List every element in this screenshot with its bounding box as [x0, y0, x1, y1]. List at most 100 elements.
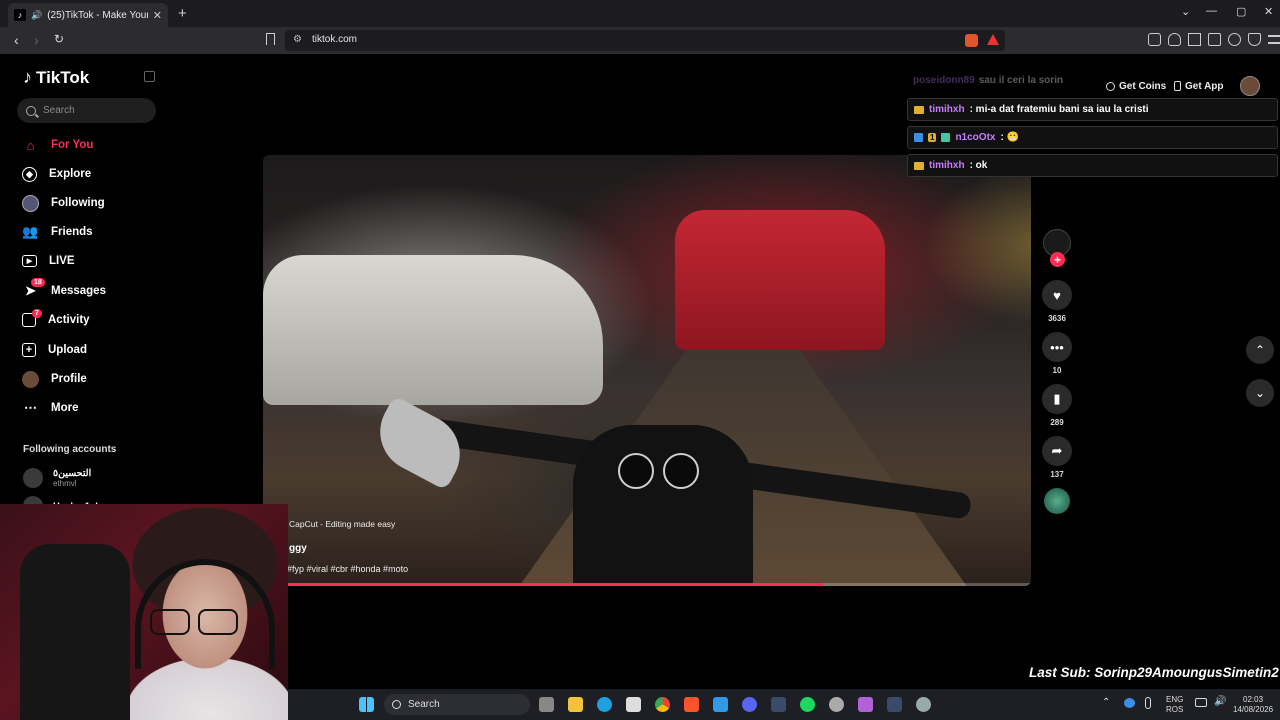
following-account[interactable]: التحسين٥ ethmvl	[23, 468, 91, 488]
sidebar-item-profile[interactable]: Profile	[22, 369, 87, 389]
vpn-shield-icon[interactable]	[1248, 33, 1261, 46]
taskbar-search[interactable]: Search	[384, 694, 530, 715]
tray-overflow-icon[interactable]: ⌃	[1102, 698, 1110, 708]
microphone-icon[interactable]	[1145, 697, 1151, 709]
network-icon[interactable]	[1195, 698, 1207, 707]
discord-icon[interactable]	[742, 697, 757, 712]
follow-plus-icon[interactable]: +	[1050, 252, 1065, 267]
sidebar-item-label: For You	[51, 139, 94, 151]
spotify-icon[interactable]	[800, 697, 815, 712]
compass-icon: ◆	[22, 166, 37, 182]
get-coins-button[interactable]: Get Coins	[1106, 77, 1166, 95]
video-scene-white-car	[263, 255, 603, 405]
leo-ai-icon[interactable]	[1228, 33, 1241, 46]
speaker-icon[interactable]: 🔊	[31, 10, 42, 21]
next-video-button[interactable]: ⌄	[1246, 379, 1274, 407]
sidebar-item-more[interactable]: ⋯ More	[22, 398, 78, 418]
settings-gear-icon[interactable]	[916, 697, 931, 712]
obs-icon[interactable]	[829, 697, 844, 712]
last-sub-overlay: Last Sub: Sorinp29AmoungusSimetin2	[1029, 665, 1279, 680]
comment-icon[interactable]: •••	[1042, 332, 1072, 362]
windows-start-icon[interactable]	[359, 697, 374, 712]
close-window-button[interactable]: ✕	[1264, 5, 1273, 18]
edge-icon[interactable]	[597, 697, 612, 712]
chrome-icon[interactable]	[655, 697, 670, 712]
wallet-icon[interactable]	[1208, 33, 1221, 46]
video-progress-fill	[263, 583, 824, 586]
sidebar-item-live[interactable]: ▶ LIVE	[22, 251, 75, 271]
previous-video-button[interactable]: ⌃	[1246, 336, 1274, 364]
sub-badge-icon	[941, 133, 951, 142]
browser-tab[interactable]: ♪ 🔊 (25)TikTok - Make Your Day ✕	[8, 3, 168, 27]
video-player[interactable]: CapCut - Editing made easy ggy #fyp #vir…	[263, 155, 1031, 586]
messages-badge: 18	[31, 277, 45, 287]
volume-icon[interactable]: 🔊	[1214, 697, 1226, 707]
sidebar-item-activity[interactable]: 7 Activity	[22, 309, 90, 330]
clock-date: 14/08/2026	[1233, 705, 1274, 714]
sidebar-item-label: Activity	[48, 314, 90, 326]
vscode-icon[interactable]	[713, 697, 728, 712]
close-tab-icon[interactable]: ✕	[153, 9, 162, 22]
tab-search-icon[interactable]: ⌄	[1181, 5, 1190, 18]
sidebar-item-explore[interactable]: ◆ Explore	[22, 164, 91, 184]
sidebar-search[interactable]	[17, 98, 156, 123]
bookmark-icon[interactable]: ▮	[1042, 384, 1072, 414]
tray-app-icon[interactable]	[1124, 698, 1135, 708]
media-icon[interactable]	[1168, 33, 1181, 46]
back-icon[interactable]: ‹	[14, 32, 19, 48]
url-field[interactable]: ⚙ tiktok.com	[285, 30, 1005, 51]
sidebar-item-following[interactable]: Following	[22, 193, 105, 213]
brave-rewards-icon[interactable]	[987, 34, 999, 45]
comment-action[interactable]: ••• 10	[1042, 332, 1072, 375]
clock-time: 02:03	[1243, 695, 1264, 704]
steam-icon[interactable]	[887, 697, 902, 712]
file-explorer-icon[interactable]	[568, 697, 583, 712]
user-avatar[interactable]	[1240, 76, 1260, 96]
game-app-icon[interactable]	[858, 697, 873, 712]
url-text[interactable]: tiktok.com	[312, 34, 357, 45]
share-icon[interactable]: ➦	[1042, 436, 1072, 466]
language-bottom: ROS	[1166, 705, 1184, 714]
share-action[interactable]: ➦ 137	[1042, 436, 1072, 479]
get-app-button[interactable]: Get App	[1174, 77, 1224, 95]
menu-icon[interactable]	[1268, 35, 1280, 44]
extensions-icon[interactable]	[1148, 33, 1161, 46]
clock[interactable]: 02:03 14/08/2026	[1233, 695, 1273, 715]
search-icon	[392, 700, 401, 709]
sidebar-icon[interactable]	[1188, 33, 1201, 46]
new-tab-button[interactable]: +	[178, 5, 187, 22]
brave-shield-icon[interactable]	[965, 34, 978, 47]
video-progress-bar[interactable]	[263, 583, 1031, 586]
minimize-button[interactable]: —	[1206, 5, 1217, 17]
sidebar-item-for-you[interactable]: ⌂ For You	[22, 135, 94, 155]
video-app-caption[interactable]: CapCut - Editing made easy	[289, 519, 395, 529]
chat-username: n1coOtx	[955, 132, 996, 143]
store-icon[interactable]	[626, 697, 641, 712]
task-view-icon[interactable]	[539, 697, 554, 712]
save-action[interactable]: ▮ 289	[1042, 384, 1072, 427]
address-bar-row: ‹ › ↻ ⚙ tiktok.com	[0, 27, 1280, 54]
streamer-webcam	[0, 504, 288, 720]
like-action[interactable]: ♥ 3636	[1042, 280, 1072, 323]
logo-text: TikTok	[36, 67, 90, 87]
maximize-button[interactable]: ▢	[1236, 5, 1246, 18]
reload-icon[interactable]: ↻	[54, 32, 64, 46]
search-input[interactable]	[43, 105, 143, 116]
collapse-sidebar-icon[interactable]	[144, 71, 155, 82]
bookmark-icon[interactable]	[266, 33, 275, 45]
sidebar-item-upload[interactable]: + Upload	[22, 340, 87, 360]
like-count: 3636	[1048, 314, 1066, 323]
more-dots-icon: ⋯	[24, 400, 37, 415]
brave-icon[interactable]	[684, 697, 699, 712]
site-info-icon[interactable]: ⚙	[293, 34, 302, 45]
heart-icon[interactable]: ♥	[1042, 280, 1072, 310]
steam-icon[interactable]	[771, 697, 786, 712]
video-author[interactable]: ggy	[289, 543, 307, 554]
forward-icon[interactable]: ›	[34, 32, 39, 48]
language-indicator[interactable]: ENG ROS	[1166, 695, 1183, 715]
tiktok-logo[interactable]: ♪ TikTok	[23, 67, 89, 88]
video-hashtags[interactable]: #fyp #viral #cbr #honda #moto	[287, 564, 408, 574]
sidebar-item-messages[interactable]: ➤ 18 Messages	[22, 277, 106, 301]
sound-disc-icon[interactable]	[1044, 488, 1070, 514]
sidebar-item-friends[interactable]: 👥 Friends	[22, 222, 92, 242]
